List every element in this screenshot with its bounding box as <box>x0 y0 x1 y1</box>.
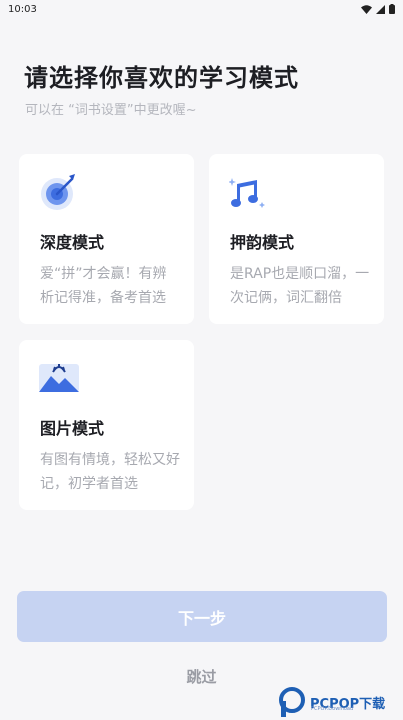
page-title: 请选择你喜欢的学习模式 <box>24 64 299 92</box>
status-icons <box>361 4 395 14</box>
mode-description: 有图有情境，轻松又好记，初学者首选 <box>40 452 180 492</box>
mode-card-image[interactable]: 图片模式 有图有情境，轻松又好记，初学者首选 <box>19 340 194 510</box>
status-time: 10:03 <box>8 3 37 15</box>
battery-icon <box>389 4 395 14</box>
page-subtitle: 可以在 “词书设置”中更改喔~ <box>25 103 197 118</box>
mode-card-deep[interactable]: 深度模式 爱“拼”才会赢！有辨析记得准，备考首选 <box>19 154 194 324</box>
pcpop-logo-icon <box>279 687 305 717</box>
mode-title: 图片模式 <box>40 419 105 438</box>
wifi-icon <box>361 4 372 14</box>
music-note-icon <box>229 178 265 208</box>
mode-title: 押韵模式 <box>230 233 295 252</box>
signal-icon <box>376 4 385 14</box>
mode-description: 是RAP也是顺口溜，一次记俩，词汇翻倍 <box>230 266 370 306</box>
image-icon <box>39 364 79 392</box>
watermark-sub: PCPOP.Download <box>311 706 354 712</box>
mode-title: 深度模式 <box>40 233 105 252</box>
status-bar: 10:03 <box>0 0 403 18</box>
target-icon <box>41 174 75 210</box>
next-button[interactable]: 下一步 <box>17 591 387 642</box>
watermark: PCPOP下载 PCPOP.Download <box>278 684 403 720</box>
mode-description: 爱“拼”才会赢！有辨析记得准，备考首选 <box>40 266 167 306</box>
mode-card-rhyme[interactable]: 押韵模式 是RAP也是顺口溜，一次记俩，词汇翻倍 <box>209 154 384 324</box>
